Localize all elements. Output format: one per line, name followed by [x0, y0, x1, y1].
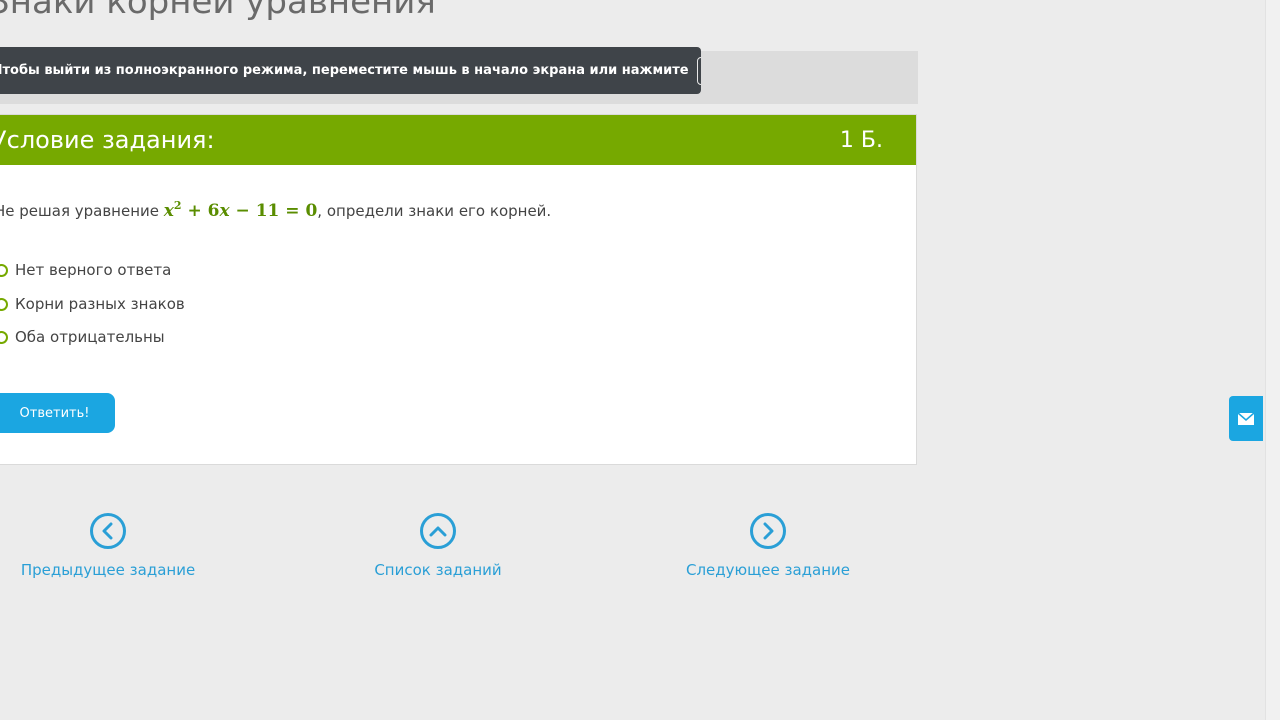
task-points: 1 Б. — [839, 127, 883, 153]
toast-text: Чтобы выйти из полноэкранного режима, пе… — [0, 63, 689, 78]
option-label: Нет верного ответа — [15, 261, 172, 279]
next-task-label[interactable]: Следующее задание — [668, 561, 868, 579]
answer-option-3[interactable]: Оба отрицательны — [0, 328, 165, 346]
task-list-link[interactable]: Список заданий — [338, 513, 538, 579]
envelope-icon — [1237, 411, 1255, 425]
task-card: Условие задания: 1 Б. Не решая уравнение… — [0, 114, 917, 465]
fullscreen-exit-toast: Чтобы выйти из полноэкранного режима, пе… — [0, 47, 701, 94]
question-after: , определи знаки его корней. — [317, 202, 552, 220]
chevron-left-icon[interactable] — [90, 513, 126, 549]
chevron-up-icon[interactable] — [420, 513, 456, 549]
radio-icon[interactable] — [0, 330, 8, 344]
next-task-link[interactable]: Следующее задание — [668, 513, 868, 579]
previous-task-label[interactable]: Предыдущее задание — [8, 561, 208, 579]
page-title: Знаки корней уравнения — [0, 0, 436, 22]
previous-task-link[interactable]: Предыдущее задание — [8, 513, 208, 579]
option-label: Корни разных знаков — [15, 295, 185, 313]
f11-key-badge: F11 — [696, 56, 701, 85]
submit-answer-button[interactable]: Ответить! — [0, 393, 115, 433]
chevron-right-icon[interactable] — [750, 513, 786, 549]
feedback-mail-button[interactable] — [1229, 396, 1263, 441]
question-before: Не решая уравнение — [0, 202, 159, 220]
answer-option-1[interactable]: Нет верного ответа — [0, 261, 171, 279]
answer-option-2[interactable]: Корни разных знаков — [0, 295, 185, 313]
question-text: Не решая уравнение x2 + 6x − 11 = 0, опр… — [0, 199, 551, 221]
radio-icon[interactable] — [0, 297, 8, 311]
vertical-scrollbar[interactable] — [1265, 0, 1280, 720]
task-condition-title: Условие задания: — [0, 126, 215, 154]
equation-formula: x2 + 6x − 11 = 0 — [163, 199, 318, 221]
task-card-header: Условие задания: 1 Б. — [0, 115, 916, 165]
task-list-label[interactable]: Список заданий — [338, 561, 538, 579]
option-label: Оба отрицательны — [15, 328, 165, 346]
radio-icon[interactable] — [0, 263, 8, 277]
